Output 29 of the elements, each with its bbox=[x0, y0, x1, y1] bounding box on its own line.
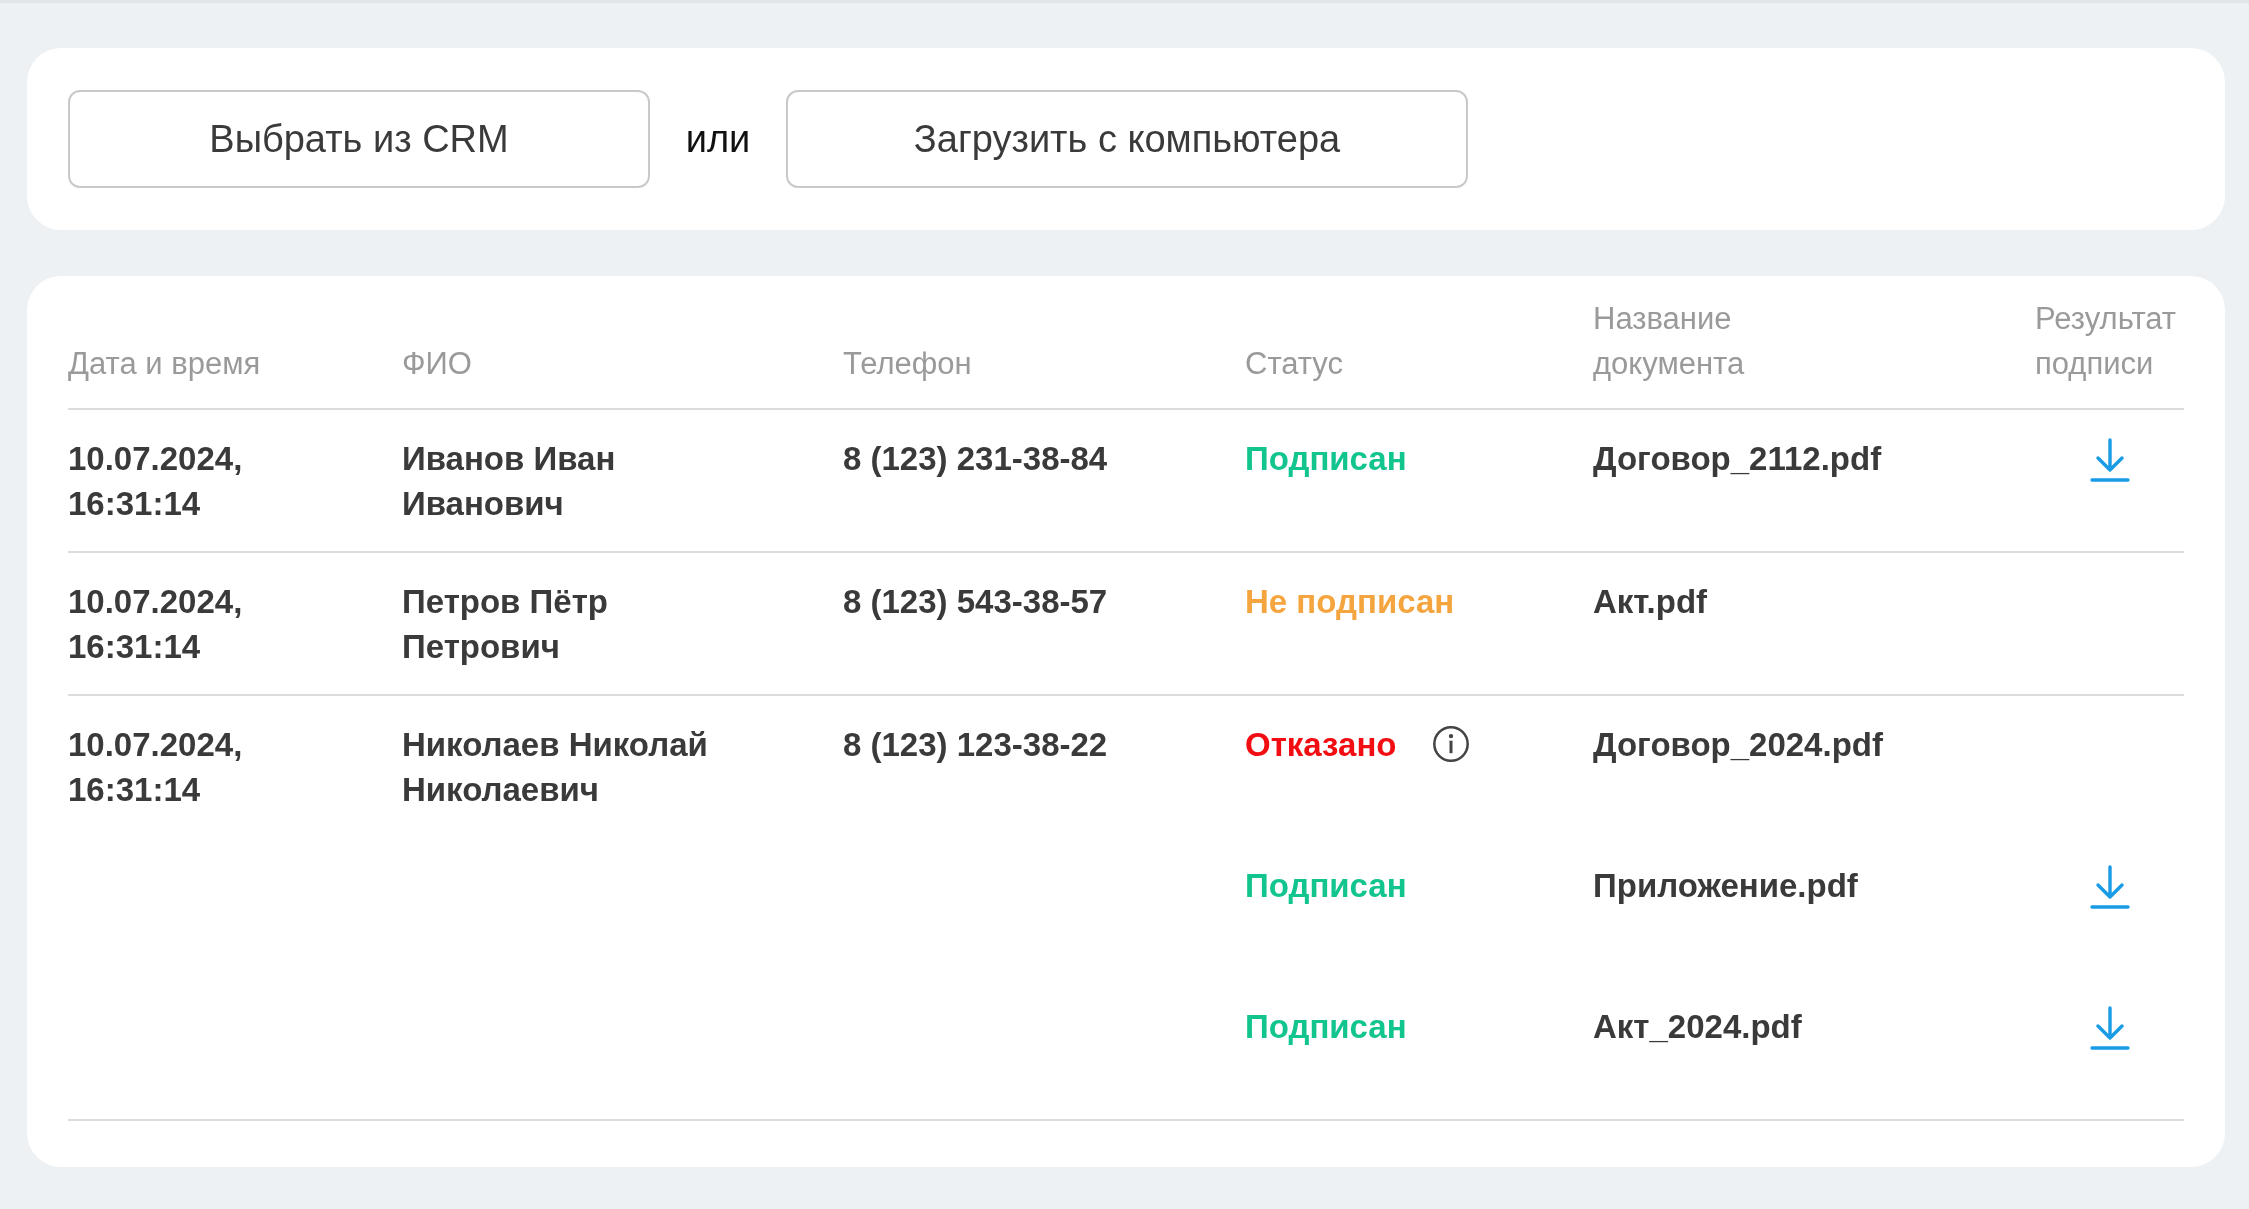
table-cell-text: Договор_2024.pdf bbox=[1593, 725, 1884, 765]
status-label: Подписан bbox=[1245, 1007, 1407, 1047]
table-cell-text: Иванов Иван Иванович bbox=[402, 439, 617, 524]
select-from-crm-button[interactable]: Выбрать из CRM bbox=[68, 90, 650, 188]
table-cell-text: 10.07.2024, 16:31:14 bbox=[68, 439, 244, 524]
table-cell-text: Договор_2112.pdf bbox=[1593, 439, 1883, 479]
column-header: Статус bbox=[1245, 345, 1344, 383]
column-header: ФИО bbox=[402, 345, 473, 383]
column-header: Телефон bbox=[843, 345, 973, 383]
status-label: Отказано bbox=[1245, 725, 1397, 765]
column-header: Дата и время bbox=[68, 345, 262, 383]
status-label: Не подписан bbox=[1245, 582, 1455, 622]
column-header: Результат подписи bbox=[2035, 300, 2177, 383]
upload-button[interactable]: Загрузить с компьютера bbox=[786, 90, 1468, 188]
table-cell-text: Приложение.pdf bbox=[1593, 866, 1859, 906]
table-cell-text: 10.07.2024, 16:31:14 bbox=[68, 725, 244, 810]
table-cell-text: Николаев Николай Николаевич bbox=[402, 725, 709, 810]
table-cell-text: Акт.pdf bbox=[1593, 582, 1709, 622]
or-label: или bbox=[684, 117, 752, 161]
table-cell-text: 8 (123) 231-38-84 bbox=[843, 439, 1109, 479]
table-cell-text: 10.07.2024, 16:31:14 bbox=[68, 582, 244, 667]
table-cell-text: Петров Пётр Петрович bbox=[402, 582, 609, 667]
status-label: Подписан bbox=[1245, 439, 1407, 479]
column-header: Название документа bbox=[1593, 300, 1746, 383]
status-label: Подписан bbox=[1245, 866, 1407, 906]
table-cell-text: Акт_2024.pdf bbox=[1593, 1007, 1803, 1047]
table-cell-text: 8 (123) 123-38-22 bbox=[843, 725, 1109, 765]
table-cell-text: 8 (123) 543-38-57 bbox=[843, 582, 1109, 622]
info-icon[interactable] bbox=[1430, 724, 1471, 764]
